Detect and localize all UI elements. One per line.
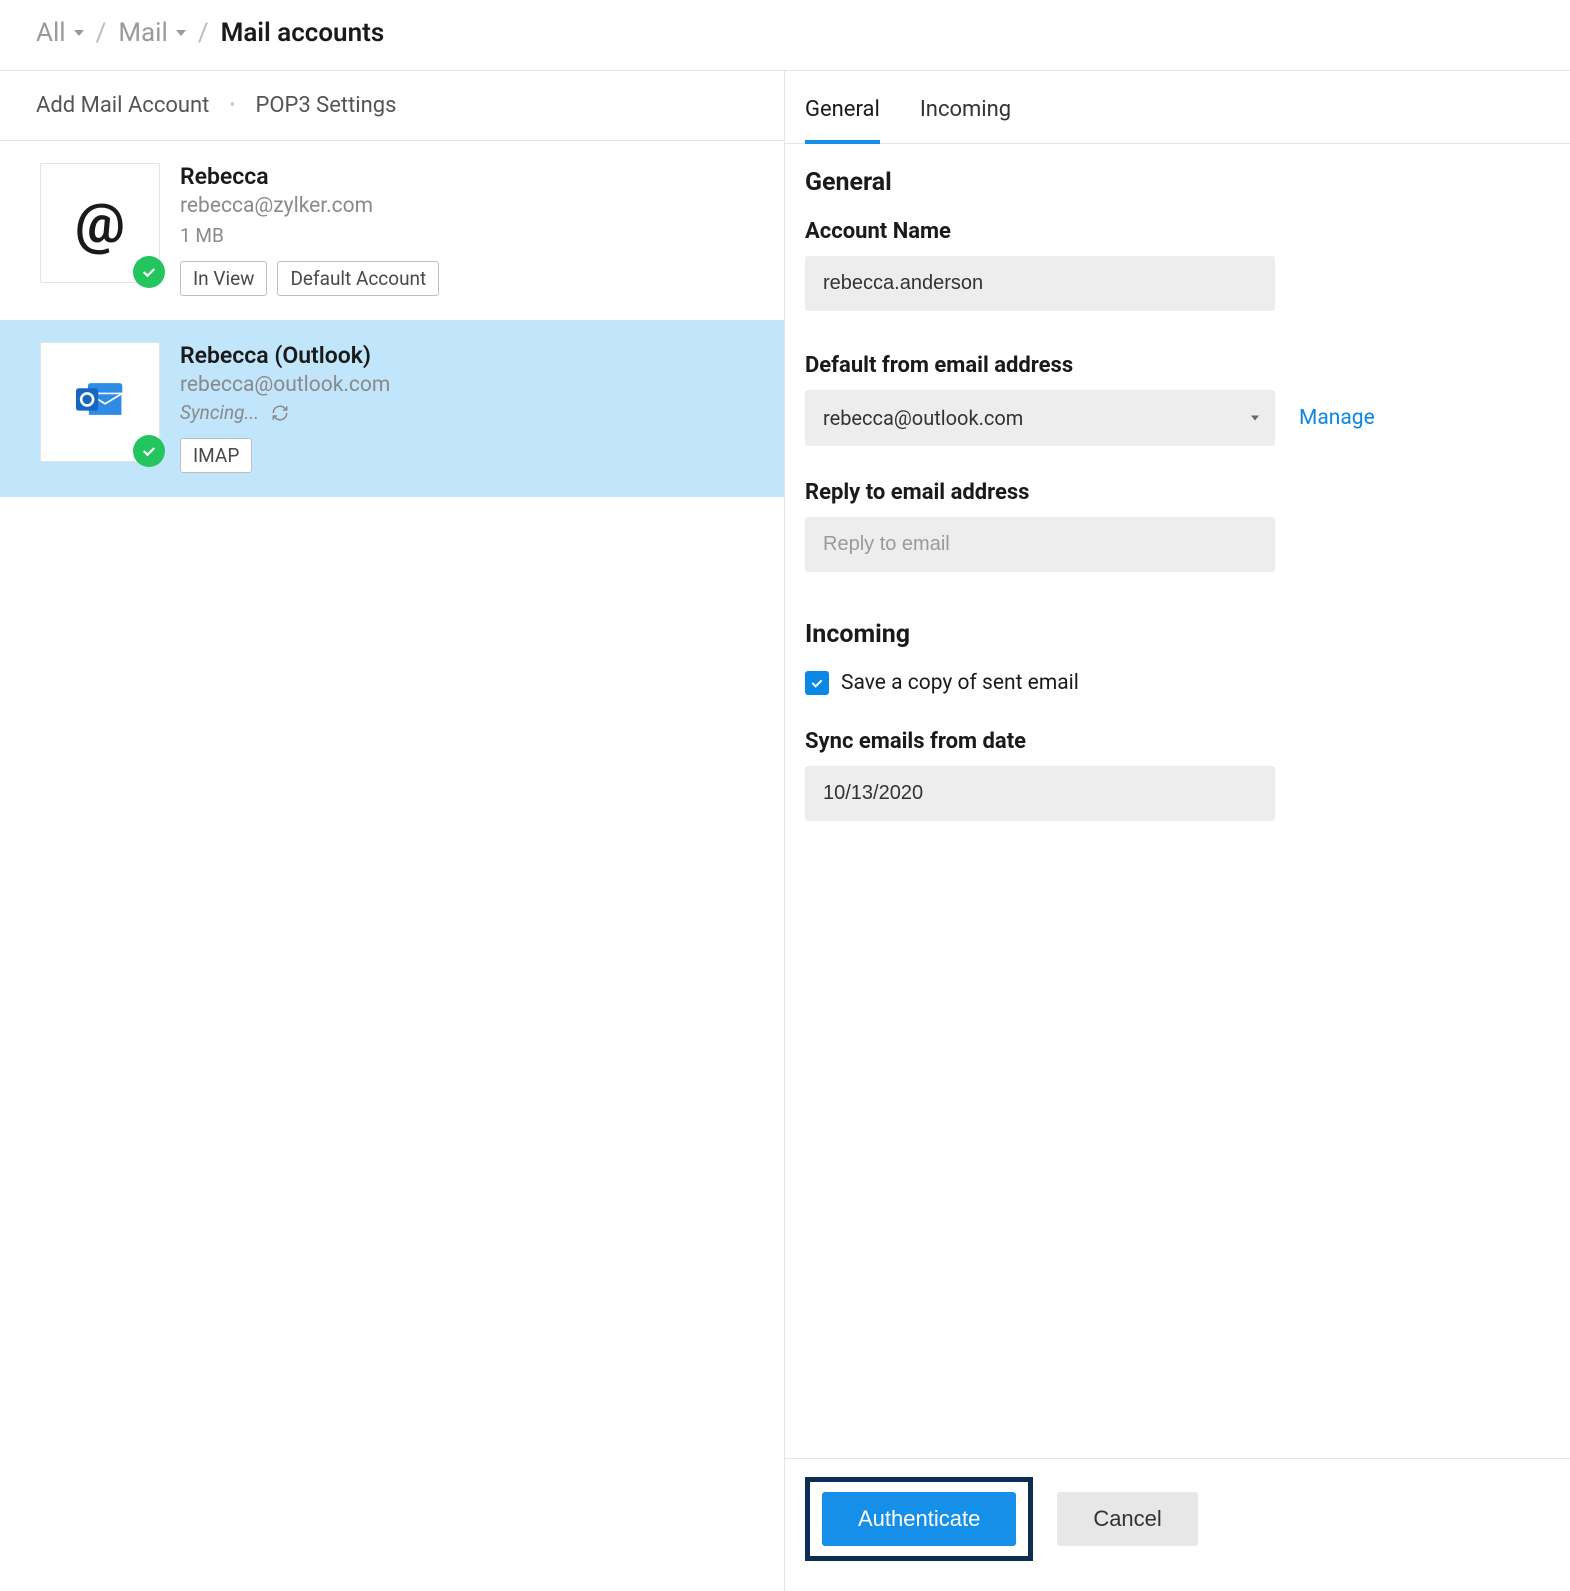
settings-pane: General Incoming General Account Name De… xyxy=(785,71,1570,1591)
dot-sep: • xyxy=(229,95,235,116)
accounts-header: Add Mail Account • POP3 Settings xyxy=(0,71,784,141)
verified-badge-icon xyxy=(133,435,165,467)
sync-from-label: Sync emails from date xyxy=(805,729,1550,754)
footer: Authenticate Cancel xyxy=(785,1458,1570,1591)
section-general-heading: General xyxy=(805,168,1550,197)
reply-to-input[interactable] xyxy=(805,517,1275,572)
account-name-input[interactable] xyxy=(805,256,1275,311)
account-size: 1 MB xyxy=(180,224,439,247)
chip-in-view[interactable]: In View xyxy=(180,261,267,296)
chevron-down-icon xyxy=(74,30,84,36)
account-name: Rebecca xyxy=(180,163,439,190)
breadcrumb-sep: / xyxy=(198,18,209,48)
chip-imap[interactable]: IMAP xyxy=(180,438,252,473)
breadcrumb-mail[interactable]: Mail xyxy=(118,18,186,48)
breadcrumb-all-label: All xyxy=(36,18,66,48)
save-copy-label: Save a copy of sent email xyxy=(841,671,1079,695)
default-from-label: Default from email address xyxy=(805,353,1550,378)
chevron-down-icon xyxy=(176,30,186,36)
sync-from-input[interactable] xyxy=(805,766,1275,821)
account-syncing-status: Syncing... xyxy=(180,401,259,424)
account-avatar: @ xyxy=(40,163,160,283)
tabs: General Incoming xyxy=(785,71,1570,144)
at-sign-icon: @ xyxy=(75,190,125,256)
account-name: Rebecca (Outlook) xyxy=(180,342,390,369)
breadcrumb-sep: / xyxy=(96,18,107,48)
account-name-label: Account Name xyxy=(805,219,1550,244)
tab-incoming[interactable]: Incoming xyxy=(920,97,1011,143)
breadcrumb-all[interactable]: All xyxy=(36,18,84,48)
accounts-pane: Add Mail Account • POP3 Settings @ Rebec… xyxy=(0,71,785,1591)
account-info: Rebecca rebecca@zylker.com 1 MB In View … xyxy=(180,163,439,296)
account-card-selected[interactable]: Rebecca (Outlook) rebecca@outlook.com Sy… xyxy=(0,320,784,497)
account-email: rebecca@zylker.com xyxy=(180,194,439,218)
default-from-select[interactable]: rebecca@outlook.com xyxy=(805,390,1275,446)
breadcrumb-mail-label: Mail xyxy=(118,18,168,48)
authenticate-button[interactable]: Authenticate xyxy=(822,1492,1016,1546)
cancel-button[interactable]: Cancel xyxy=(1057,1492,1197,1546)
manage-link[interactable]: Manage xyxy=(1299,406,1375,430)
account-info: Rebecca (Outlook) rebecca@outlook.com Sy… xyxy=(180,342,390,473)
authenticate-highlight: Authenticate xyxy=(805,1477,1033,1561)
pop3-settings-link[interactable]: POP3 Settings xyxy=(255,93,396,118)
section-incoming-heading: Incoming xyxy=(805,620,1550,649)
refresh-icon[interactable] xyxy=(271,404,289,422)
add-mail-account-link[interactable]: Add Mail Account xyxy=(36,93,209,118)
save-copy-checkbox[interactable] xyxy=(805,671,829,695)
account-card[interactable]: @ Rebecca rebecca@zylker.com 1 MB In Vie… xyxy=(0,141,784,320)
tab-general[interactable]: General xyxy=(805,97,880,144)
breadcrumb: All / Mail / Mail accounts xyxy=(0,0,1570,71)
outlook-icon xyxy=(72,378,128,426)
account-avatar xyxy=(40,342,160,462)
verified-badge-icon xyxy=(133,256,165,288)
account-email: rebecca@outlook.com xyxy=(180,373,390,397)
chip-default-account[interactable]: Default Account xyxy=(277,261,439,296)
reply-to-label: Reply to email address xyxy=(805,480,1550,505)
breadcrumb-current: Mail accounts xyxy=(221,18,385,48)
